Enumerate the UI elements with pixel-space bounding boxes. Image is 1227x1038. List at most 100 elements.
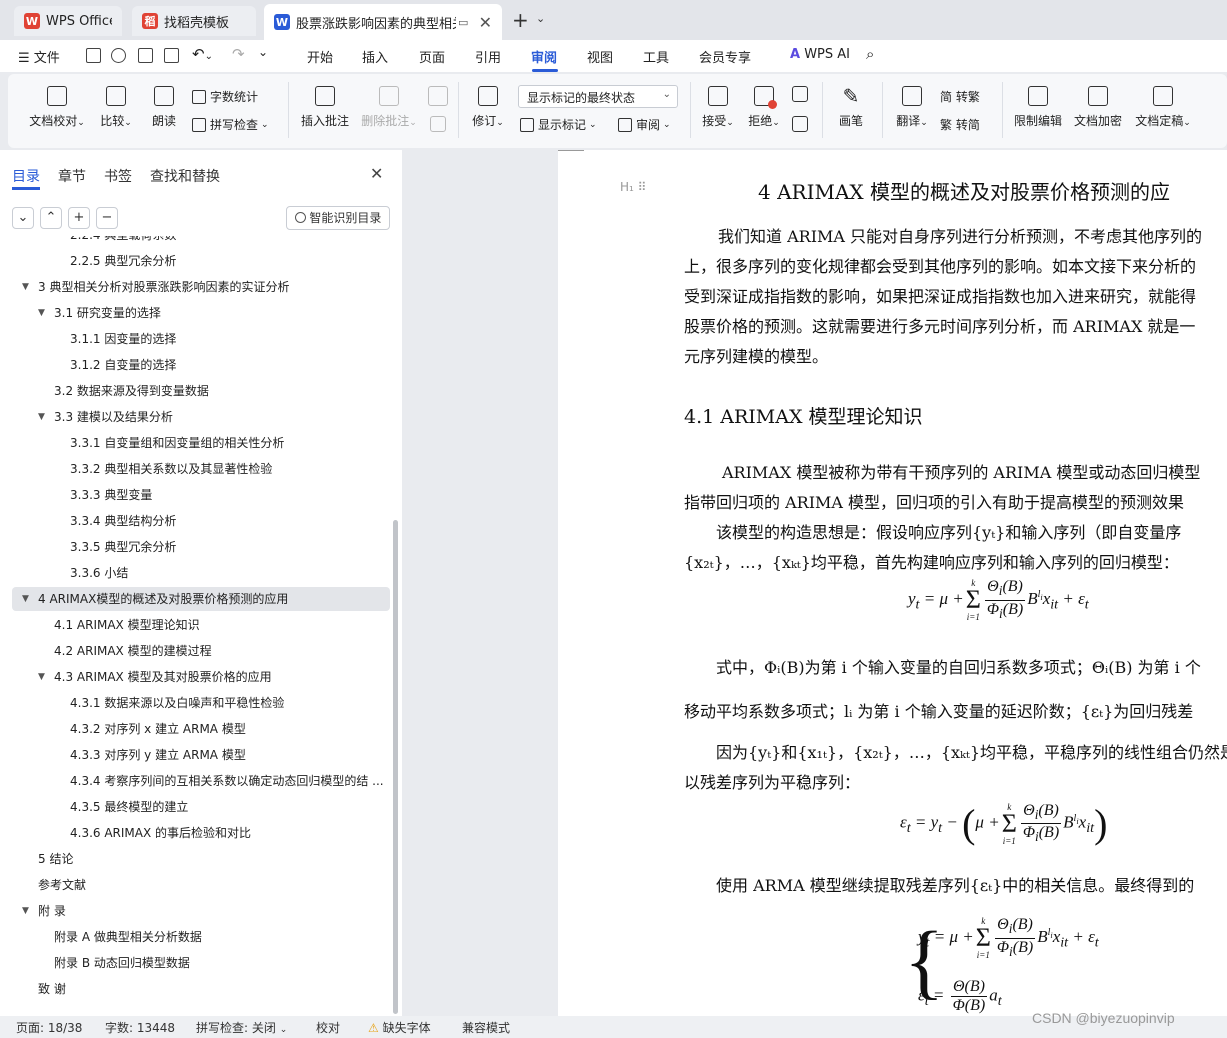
translate-button[interactable]: 翻译⌄ [892,86,932,129]
close-tab-icon[interactable]: ✕ [479,13,492,32]
to-simplified-button[interactable]: 繁 转简 [940,116,980,133]
prev-change-button[interactable] [790,86,810,108]
toc-item[interactable]: 3.1.1 因变量的选择 [12,327,390,351]
redo-icon[interactable]: ↷ [232,45,245,63]
toc-item[interactable]: 4.3.4 考察序列间的互相关系数以确定动态回归模型的结 ... [12,769,390,793]
toc-item[interactable]: 附录 A 做典型相关分析数据 [12,925,390,949]
toc-item[interactable]: 3.3.1 自变量组和因变量组的相关性分析 [12,431,390,455]
page-indicator[interactable]: 页面: 18/38 [16,1019,82,1036]
nav-tab-chapters[interactable]: 章节 [58,166,86,186]
word-count-status[interactable]: 字数: 13448 [105,1019,175,1036]
prev-comment-button[interactable] [428,86,448,112]
restrict-edit-button[interactable]: 限制编辑 [1012,86,1064,129]
toc-item[interactable]: 致 谢 [12,977,390,1001]
tab-document[interactable]: W 股票涨跌影响因素的典型相关 ▭ ✕ [264,4,502,40]
toc-item[interactable]: 附录 B 动态回归模型数据 [12,951,390,975]
word-count-button[interactable]: 字数统计 [192,88,258,105]
toc-item[interactable]: 3.3.4 典型结构分析 [12,509,390,533]
menu-tools[interactable]: 工具 [643,47,669,66]
reject-button[interactable]: 拒绝⌄ [744,86,784,129]
toc-item[interactable]: 4.3.5 最终模型的建立 [12,795,390,819]
new-tab-plus-icon[interactable]: + [512,8,529,32]
file-menu[interactable]: ☰ 文件 [18,47,60,66]
print-icon[interactable] [138,48,153,63]
toc-item[interactable]: 3.3.2 典型相关系数以及其显著性检验 [12,457,390,481]
toc-item[interactable]: ▼ 附 录 [12,899,390,923]
doc-proof-button[interactable]: 文档校对⌄ [28,86,86,129]
toc-item[interactable]: 4.3.1 数据来源以及白噪声和平稳性检验 [12,691,390,715]
menu-reference[interactable]: 引用 [475,47,501,66]
toc-item[interactable]: 4.3.3 对序列 y 建立 ARMA 模型 [12,743,390,767]
toc-item[interactable]: ▼ 4.3 ARIMAX 模型及其对股票价格的应用 [12,665,390,689]
toc-item[interactable]: 3.3.5 典型冗余分析 [12,535,390,559]
toc-item[interactable]: ▼ 3.1 研究变量的选择 [12,301,390,325]
expand-arrow-icon[interactable]: ▼ [38,301,45,325]
finalize-button[interactable]: 文档定稿⌄ [1132,86,1194,129]
remove-heading-icon[interactable]: − [96,207,118,229]
revise-button[interactable]: 修订⌄ [468,86,508,129]
toc-item[interactable]: 4.1 ARIMAX 模型理论知识 [12,613,390,637]
expand-chevron-icon[interactable]: ⌃ [40,207,62,229]
share-icon[interactable] [111,48,126,63]
print-preview-icon[interactable] [164,48,179,63]
menu-page[interactable]: 页面 [419,47,445,66]
accept-button[interactable]: 接受⌄ [698,86,738,129]
proof-status[interactable]: 校对 [316,1019,340,1036]
nav-tab-toc[interactable]: 目录 [12,166,40,186]
delete-comment-button[interactable]: 删除批注⌄ [360,86,418,129]
toc-item[interactable]: 3.3.6 小结 [12,561,390,585]
next-change-button[interactable] [790,116,810,138]
spell-check-button[interactable]: 拼写检查 ⌄ [192,116,269,133]
nav-scrollbar[interactable] [393,520,398,1014]
toc-item[interactable]: 5 结论 [12,847,390,871]
expand-arrow-icon[interactable]: ▼ [38,405,45,429]
toc-item[interactable]: 3.1.2 自变量的选择 [12,353,390,377]
markup-state-select[interactable]: 显示标记的最终状态 ⌄ [518,85,678,108]
expand-arrow-icon[interactable]: ▼ [22,899,29,923]
compare-button[interactable]: 比较⌄ [96,86,136,129]
expand-arrow-icon[interactable]: ▼ [38,665,45,689]
chevron-down-icon[interactable]: ⌄ [536,12,545,25]
search-icon[interactable]: ⌕ [866,45,874,63]
nav-tab-bookmarks[interactable]: 书签 [104,166,132,186]
toc-item[interactable]: 2.2.5 典型冗余分析 [12,249,390,273]
read-aloud-button[interactable]: 朗读 [148,86,180,129]
spell-check-status[interactable]: 拼写检查: 关闭 ⌄ [196,1019,287,1036]
collapse-chevron-icon[interactable]: ⌄ [12,207,34,229]
toc-item[interactable]: ▼ 4 ARIMAX模型的概述及对股票价格预测的应用 [12,587,390,611]
toc-item[interactable]: 3.2 数据来源及得到变量数据 [12,379,390,403]
next-comment-button[interactable] [428,116,448,138]
toc-item[interactable]: 4.3.6 ARIMAX 的事后检验和对比 [12,821,390,845]
save-icon[interactable] [86,48,101,63]
smart-toc-button[interactable]: 智能识别目录 [286,206,390,230]
menu-insert[interactable]: 插入 [362,47,388,66]
to-traditional-button[interactable]: 简 转繁 [940,88,980,105]
toc-item[interactable]: 4.2 ARIMAX 模型的建模过程 [12,639,390,663]
pen-button[interactable]: ✎ 画笔 [834,86,868,129]
expand-arrow-icon[interactable]: ▼ [22,587,29,611]
toc-item[interactable]: 4.3.2 对序列 x 建立 ARMA 模型 [12,717,390,741]
toc-item[interactable]: 2.2.4 典型载荷系数 [12,236,390,247]
chevron-down-icon[interactable]: ⌄ [258,45,268,59]
undo-icon[interactable]: ↶⌄ [192,45,213,63]
expand-arrow-icon[interactable]: ▼ [22,275,29,299]
menu-review[interactable]: 审阅 [531,47,557,66]
toc-item[interactable]: ▼ 3 典型相关分析对股票涨跌影响因素的实证分析 [12,275,390,299]
heading-marker[interactable]: H₁ ⠿ [620,180,646,194]
screen-icon[interactable]: ▭ [458,16,468,29]
encrypt-button[interactable]: 文档加密 [1072,86,1124,129]
add-heading-icon[interactable]: + [68,207,90,229]
menu-home[interactable]: 开始 [307,47,333,66]
tab-template[interactable]: 稻 找稻壳模板 [132,6,256,36]
toc-item[interactable]: 3.3.3 典型变量 [12,483,390,507]
tab-wps-office[interactable]: W WPS Office [14,6,122,36]
show-markup-button[interactable]: 显示标记 ⌄ [520,116,597,133]
menu-member[interactable]: 会员专享 [699,47,751,66]
wps-ai-button[interactable]: A WPS AI [790,47,850,62]
document-page[interactable]: H₁ ⠿ 4 ARIMAX 模型的概述及对股票价格预测的应 我们知道 ARIMA… [558,150,1227,1016]
close-icon[interactable]: ✕ [370,164,383,183]
nav-tab-find-replace[interactable]: 查找和替换 [150,166,220,186]
review-pane-button[interactable]: 审阅 ⌄ [618,116,671,133]
menu-view[interactable]: 视图 [587,47,613,66]
insert-comment-button[interactable]: 插入批注 [300,86,350,129]
